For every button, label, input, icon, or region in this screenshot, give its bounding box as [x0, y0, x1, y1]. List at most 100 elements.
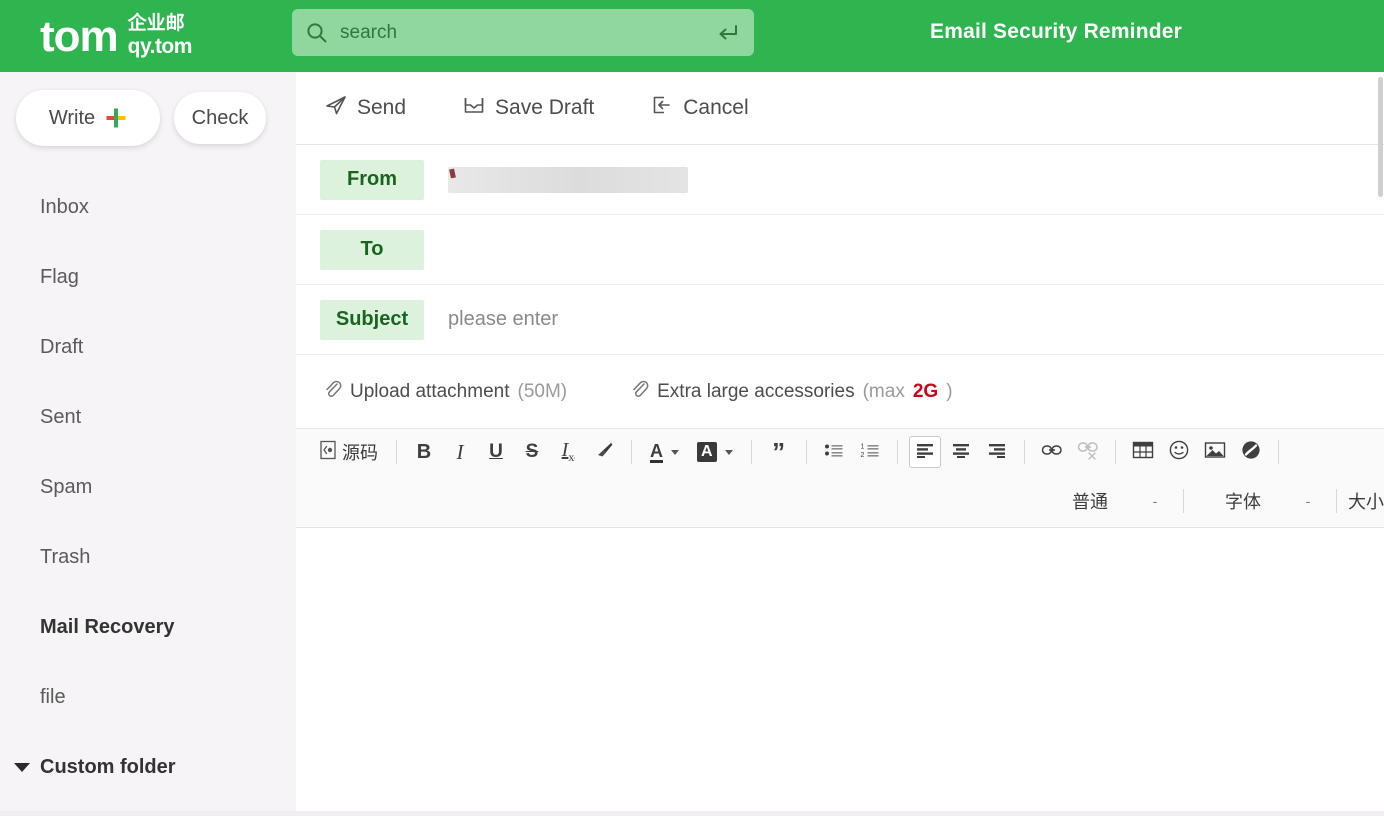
paperclip-icon — [324, 379, 342, 405]
editor-content-area[interactable] — [296, 528, 1384, 792]
underline-button[interactable]: U — [480, 436, 512, 468]
exit-arrow-icon — [650, 93, 674, 123]
image-icon — [1204, 440, 1226, 465]
to-row: To — [296, 215, 1384, 285]
send-button[interactable]: Send — [324, 93, 406, 123]
toolbar-divider — [631, 440, 632, 464]
align-center-button[interactable] — [945, 436, 977, 468]
search-icon — [306, 22, 328, 44]
highlight-color-button[interactable]: A — [690, 436, 740, 468]
write-button[interactable]: Write — [16, 90, 160, 146]
italic-button[interactable]: I — [444, 436, 476, 468]
folder-list: Inbox Flag Draft Sent Spam Trash Mail Re… — [0, 172, 296, 802]
plus-icon — [105, 107, 127, 129]
upload-attachment-button[interactable]: Upload attachment (50M) — [324, 379, 567, 405]
align-right-button[interactable] — [981, 436, 1013, 468]
insert-emoji-button[interactable] — [1163, 436, 1195, 468]
save-draft-label: Save Draft — [495, 96, 595, 119]
sidebar-item-label: Custom folder — [40, 755, 176, 778]
numbered-list-icon: 1 2 — [860, 441, 880, 464]
insert-table-button[interactable] — [1127, 436, 1159, 468]
align-right-icon — [987, 441, 1007, 464]
chevron-down-icon: - — [1152, 493, 1158, 509]
table-icon — [1132, 440, 1154, 465]
bulleted-list-button[interactable] — [818, 436, 850, 468]
enter-return-icon[interactable] — [716, 23, 738, 43]
vertical-scrollbar[interactable] — [1377, 72, 1384, 816]
editor-toolbar-row-2: 普通 - 字体 - 大小 — [312, 475, 1384, 527]
paragraph-format-value: 普通 — [1072, 492, 1108, 512]
sidebar-item-sent[interactable]: Sent — [0, 382, 296, 452]
remove-format-button[interactable]: Ix — [552, 436, 584, 468]
sidebar-item-file[interactable]: file — [0, 662, 296, 732]
numbered-list-button[interactable]: 1 2 — [854, 436, 886, 468]
sidebar: Write Check Inbox Flag Draft Sent Spam T… — [0, 72, 296, 816]
insert-link-button[interactable] — [1036, 436, 1068, 468]
toolbar-divider — [805, 440, 807, 464]
sidebar-item-trash[interactable]: Trash — [0, 522, 296, 592]
sidebar-item-label: Trash — [40, 545, 91, 568]
italic-icon: I — [456, 439, 464, 464]
highlight-color-icon: A — [697, 442, 717, 462]
sidebar-item-draft[interactable]: Draft — [0, 312, 296, 382]
sidebar-item-custom-folder[interactable]: Custom folder — [0, 732, 296, 802]
upload-attachment-limit: (50M) — [517, 380, 568, 402]
remove-format-icon: Ix — [561, 439, 575, 464]
paragraph-format-dropdown[interactable]: 普通 - — [1042, 488, 1172, 514]
blockquote-button[interactable]: ” — [763, 436, 795, 468]
text-color-button[interactable]: A — [643, 436, 686, 468]
sidebar-item-flag[interactable]: Flag — [0, 242, 296, 312]
insert-image-button[interactable] — [1199, 436, 1231, 468]
paperclip-icon — [631, 379, 649, 405]
bold-button[interactable]: B — [408, 436, 440, 468]
large-attachment-button[interactable]: Extra large accessories (max 2G ) — [631, 379, 953, 405]
check-button-label: Check — [191, 106, 249, 129]
logo-domain: qy.tom — [127, 34, 193, 58]
signature-button[interactable] — [1235, 436, 1267, 468]
chevron-down-icon: - — [1305, 493, 1311, 509]
toolbar-divider — [896, 440, 898, 464]
sidebar-item-mail-recovery[interactable]: Mail Recovery — [0, 592, 296, 662]
sidebar-action-row: Write Check — [0, 72, 296, 146]
sidebar-item-spam[interactable]: Spam — [0, 452, 296, 522]
subject-label: Subject — [320, 299, 424, 340]
upload-attachment-label: Upload attachment — [350, 380, 510, 402]
editor-toolbar-row-1: 源码 B I U S Ix A A ” 1 2 — [312, 429, 1384, 475]
toolbar-divider — [1023, 440, 1025, 464]
search-bar[interactable] — [292, 9, 754, 56]
brand-logo[interactable]: tom 企业邮 qy.tom — [40, 14, 192, 59]
redaction-mark-icon — [449, 168, 456, 178]
attachment-row: Upload attachment (50M) Extra large acce… — [296, 355, 1384, 429]
search-input[interactable] — [340, 21, 716, 44]
bulleted-list-icon — [824, 441, 844, 464]
subject-row: Subject please enter — [296, 285, 1384, 355]
write-button-label: Write — [48, 106, 96, 129]
chevron-down-icon — [671, 449, 679, 455]
sidebar-item-label: file — [40, 685, 66, 708]
cancel-button[interactable]: Cancel — [650, 93, 749, 123]
bottom-edge — [0, 811, 1384, 816]
unlink-button[interactable] — [1072, 436, 1104, 468]
scrollbar-thumb[interactable] — [1378, 77, 1383, 197]
app-header: tom 企业邮 qy.tom Email Security Reminder — [0, 0, 1384, 72]
chevron-down-icon — [14, 762, 30, 772]
sidebar-item-label: Flag — [40, 265, 79, 288]
send-paper-plane-icon — [324, 93, 348, 123]
toolbar-divider — [1336, 489, 1337, 513]
font-family-value: 字体 — [1225, 492, 1261, 512]
subject-input[interactable]: please enter — [448, 308, 1384, 331]
signature-icon — [1240, 439, 1262, 466]
align-left-button[interactable] — [908, 436, 941, 468]
eraser-button[interactable] — [588, 436, 620, 468]
check-button[interactable]: Check — [174, 92, 266, 144]
save-draft-button[interactable]: Save Draft — [462, 93, 594, 123]
to-label: To — [320, 229, 424, 270]
font-family-dropdown[interactable]: 字体 - — [1195, 488, 1325, 514]
strikethrough-button[interactable]: S — [516, 436, 548, 468]
toolbar-divider — [1114, 440, 1116, 464]
sidebar-item-inbox[interactable]: Inbox — [0, 172, 296, 242]
source-code-button[interactable]: 源码 — [312, 436, 385, 468]
editor-toolbar: 源码 B I U S Ix A A ” 1 2 普通 - 字体 - 大小 — [296, 429, 1384, 528]
from-value[interactable] — [448, 166, 1384, 193]
cancel-label: Cancel — [683, 96, 749, 119]
